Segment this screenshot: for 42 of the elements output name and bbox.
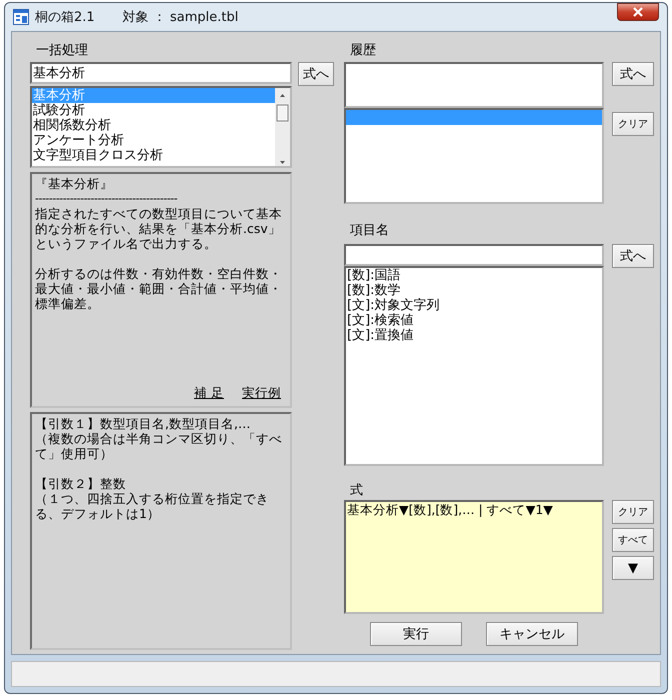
scrollbar[interactable] [275, 88, 290, 166]
argument-note: （複数の場合は半角コンマ区切り、「すべて」使用可） [35, 431, 283, 461]
batch-input[interactable]: 基本分析 [30, 62, 292, 84]
field-list-item[interactable]: [文]:検索値 [346, 313, 602, 328]
app-icon [13, 9, 29, 25]
insert-separator-button[interactable]: ▼ [612, 556, 654, 580]
to-formula-button[interactable]: 式へ [612, 62, 654, 86]
run-button[interactable]: 実行 [370, 622, 462, 646]
field-name-label: 項目名 [349, 222, 390, 240]
select-all-button[interactable]: すべて [612, 528, 654, 552]
clear-button[interactable]: クリア [612, 500, 654, 524]
batch-label: 一括処理 [35, 42, 89, 60]
field-name-input[interactable] [344, 244, 604, 266]
history-label: 履歴 [349, 42, 377, 60]
field-list-item[interactable]: [文]:置換値 [346, 328, 602, 343]
description-title: 『基本分析』 [35, 176, 114, 191]
clear-button[interactable]: クリア [612, 112, 654, 136]
close-icon [632, 7, 644, 17]
field-list-item[interactable]: [文]:対象文字列 [346, 298, 602, 313]
field-list-item[interactable]: [数]:国語 [346, 268, 602, 283]
batch-list-item[interactable]: 相関係数分析 [32, 118, 275, 133]
argument-heading: 【引数１】数型項目名,数型項目名,… [35, 416, 252, 431]
to-formula-button[interactable]: 式へ [298, 62, 334, 86]
help-link[interactable]: 実行例 [242, 385, 281, 402]
batch-list-item[interactable]: 文字型項目クロス分析 [32, 148, 275, 163]
description-text: 分析するのは件数・有効件数・空白件数・最大値・最小値・範囲・合計値・平均値・標準偏差。 [35, 266, 283, 311]
formula-label: 式 [349, 482, 364, 500]
separator-line: ----------------------------------------- [35, 191, 178, 206]
help-link[interactable]: 補 足 [194, 385, 224, 402]
to-formula-button[interactable]: 式へ [612, 244, 654, 268]
target-file-label: 対象 ： sample.tbl [122, 9, 238, 26]
window-title: 桐の箱2.1 [35, 9, 95, 26]
close-button[interactable] [617, 3, 659, 21]
description-text: 指定されたすべての数型項目について基本的な分析を行い、結果を「基本分析.csv」というファイル名で出力する。 [35, 206, 283, 251]
batch-list-item[interactable]: アンケート分析 [32, 133, 275, 148]
argument-note: （１つ、四捨五入する桁位置を指定できる、デフォルトは1） [35, 491, 270, 521]
field-list-item[interactable]: [数]:数学 [346, 283, 602, 298]
argument-heading: 【引数２】整数 [35, 476, 126, 491]
history-input[interactable] [344, 62, 604, 108]
batch-list-item[interactable]: 試験分析 [32, 103, 275, 118]
cancel-button[interactable]: キャンセル [486, 622, 578, 646]
formula-editor[interactable]: 基本分析▼[数],[数],… | すべて▼1▼ [344, 500, 604, 614]
